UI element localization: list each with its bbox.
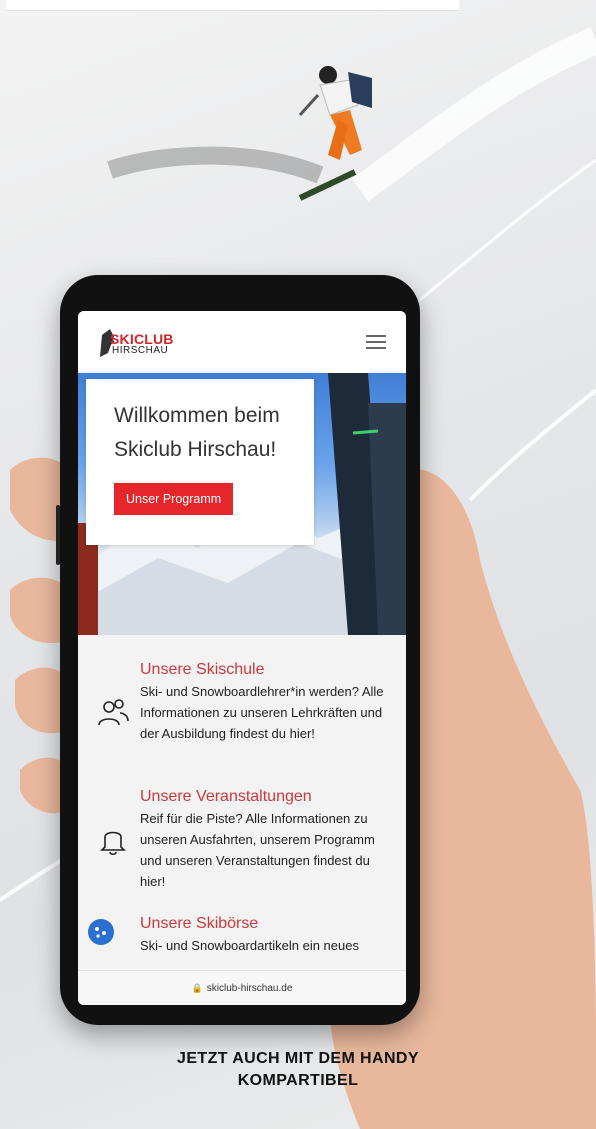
caption-line-1: JETZT AUCH MIT DEM HANDY <box>177 1050 419 1067</box>
browser-url-bar[interactable]: 🔒 skiclub-hirschau.de <box>78 970 406 1005</box>
top-white-strip <box>6 0 459 10</box>
feature-text-skischule: Ski- und Snowboardlehrer*in werden? Alle… <box>140 684 384 741</box>
skier-image <box>298 66 372 201</box>
feature-text-veranstaltungen: Reif für die Piste? Alle Informationen z… <box>140 811 375 889</box>
site-header: SKICLUB HIRSCHAU <box>78 311 406 374</box>
feature-title-skiboerse[interactable]: Unsere Skibörse <box>140 915 258 933</box>
feature-title-veranstaltungen[interactable]: Unsere Veranstaltungen <box>140 788 312 806</box>
feature-title-skischule[interactable]: Unsere Skischule <box>140 661 265 679</box>
hero-section: Willkommen beim Skiclub Hirschau! Unser … <box>78 373 406 635</box>
hero-title: Willkommen beim Skiclub Hirschau! <box>114 404 280 461</box>
feature-text-skiboerse: Ski- und Snowboardartikeln ein neues <box>140 938 359 953</box>
caption-line-2: KOMPARTIBEL <box>237 1072 359 1089</box>
lock-icon: 🔒 <box>191 983 203 993</box>
hamburger-menu-icon[interactable] <box>366 335 386 349</box>
promo-caption: JETZT AUCH MIT DEM HANDY KOMPARTIBEL <box>0 1048 596 1092</box>
phone-side-button <box>56 505 60 565</box>
url-text: skiclub-hirschau.de <box>206 983 293 994</box>
welcome-card: Willkommen beim Skiclub Hirschau! Unser … <box>86 379 314 545</box>
logo-text-hirschau[interactable]: HIRSCHAU <box>112 345 168 356</box>
phone-screen: SKICLUB HIRSCHAU Willkommen beim Skiclub… <box>78 311 406 1005</box>
unser-programm-button[interactable]: Unser Programm <box>114 483 234 515</box>
cookie-icon[interactable] <box>88 919 114 945</box>
features-section: Unsere Skischule Ski- und Snowboardlehre… <box>78 635 406 1005</box>
bell-icon <box>100 831 126 856</box>
users-icon <box>98 699 129 726</box>
